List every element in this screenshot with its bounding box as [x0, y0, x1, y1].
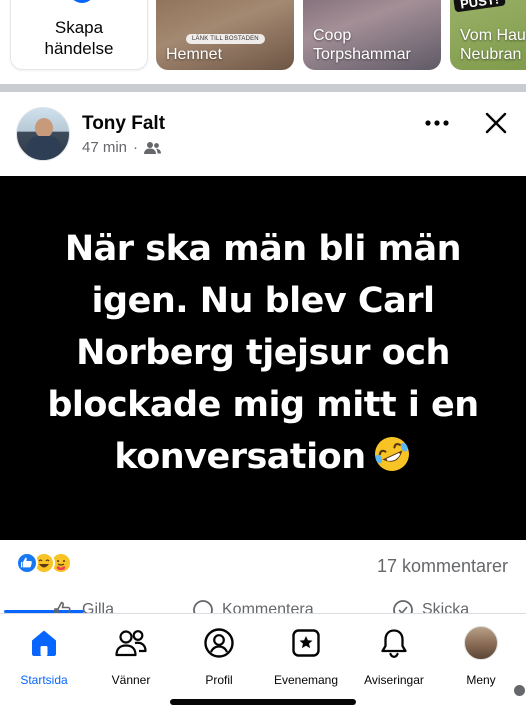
nav-label-home: Startsida — [20, 673, 68, 687]
nav-label-profile: Profil — [205, 673, 233, 687]
story-label: Coop Torpshammar — [313, 27, 411, 63]
story-label: Vom Hau Neubran — [460, 27, 526, 63]
rolling-laughing-emoji-icon — [372, 434, 412, 489]
post-header: Tony Falt 47 min · — [0, 92, 526, 176]
like-button[interactable]: Gilla — [52, 599, 114, 614]
comment-icon — [193, 600, 213, 614]
comments-count[interactable]: 17 kommentarer — [377, 556, 508, 577]
friends-icon — [114, 626, 148, 660]
post-actions: Gilla Kommentera Skicka — [0, 590, 526, 614]
comment-button[interactable]: Kommentera — [192, 599, 314, 614]
share-button[interactable]: Skicka — [392, 599, 469, 614]
author-name[interactable]: Tony Falt — [82, 113, 165, 135]
author-avatar[interactable] — [16, 107, 70, 161]
hide-post-button[interactable] — [480, 108, 512, 138]
nav-item-home[interactable]: Startsida — [0, 626, 88, 696]
feed-divider — [0, 84, 526, 92]
nav-item-friends[interactable]: Vänner — [87, 626, 175, 696]
facebook-feed: Skapa händelse LÄNK TILL BOSTADEN Hemnet… — [0, 0, 526, 718]
plus-icon — [69, 0, 95, 3]
story-card-hemnet[interactable]: LÄNK TILL BOSTADEN Hemnet — [156, 0, 294, 70]
menu-badge-icon — [512, 683, 526, 698]
story-link-badge: LÄNK TILL BOSTADEN — [186, 34, 265, 44]
nav-item-profile[interactable]: Profil — [175, 626, 263, 696]
profile-icon — [202, 626, 236, 660]
avatar — [464, 626, 498, 660]
nav-item-menu[interactable]: Meny — [437, 626, 526, 698]
stories-row: Skapa händelse LÄNK TILL BOSTADEN Hemnet… — [0, 0, 526, 84]
home-icon — [27, 626, 61, 660]
close-icon — [485, 112, 507, 134]
nav-item-notifications[interactable]: Aviseringar — [350, 626, 438, 696]
post-meta: 47 min · — [82, 139, 162, 156]
create-event-card[interactable]: Skapa händelse — [10, 0, 148, 70]
story-label: Hemnet — [166, 46, 223, 63]
more-horizontal-icon — [425, 120, 449, 126]
nav-label-friends: Vänner — [111, 673, 151, 687]
more-options-button[interactable] — [420, 108, 454, 138]
menu-avatar-wrapper — [464, 626, 526, 698]
story-card-coop[interactable]: Coop Torpshammar — [303, 0, 441, 70]
story-badge: PUST! — [453, 0, 506, 13]
home-indicator — [170, 699, 356, 705]
friends-icon — [144, 141, 162, 154]
nav-label-events: Evenemang — [273, 673, 339, 687]
like-reaction-icon — [16, 552, 38, 574]
story-card-vom-hau[interactable]: PUST! Vom Hau Neubran — [450, 0, 526, 70]
calendar-star-icon — [289, 626, 323, 660]
meta-separator: · — [133, 139, 139, 156]
create-event-label: Skapa händelse — [44, 18, 114, 58]
send-icon — [393, 600, 413, 614]
reactions-row: 17 kommentarer — [0, 540, 526, 590]
nav-label-notifications: Aviseringar — [364, 673, 424, 687]
post-text: När ska män bli män igen. Nu blev Carl N… — [28, 223, 498, 489]
post-time[interactable]: 47 min — [82, 139, 127, 156]
thumbs-up-icon — [54, 601, 71, 614]
nav-item-events[interactable]: Evenemang — [262, 626, 350, 696]
post-text-body: När ska män bli män igen. Nu blev Carl N… — [47, 229, 479, 477]
nav-label-menu: Meny — [466, 673, 496, 687]
bell-icon — [377, 626, 411, 660]
post-content[interactable]: När ska män bli män igen. Nu blev Carl N… — [0, 176, 526, 540]
